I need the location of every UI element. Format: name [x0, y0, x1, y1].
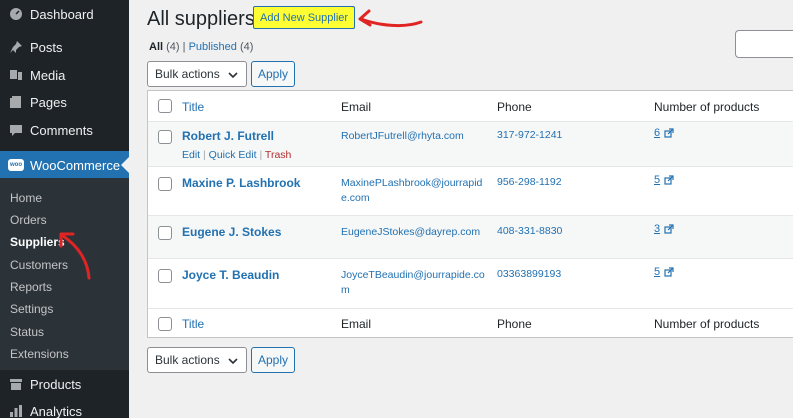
products-count-link[interactable]: 5 [654, 174, 674, 186]
suppliers-table: Title Email Phone Number of products Rob… [147, 90, 793, 338]
footer-column-phone: Phone [497, 317, 532, 331]
menu-woocommerce-label: WooCommerce [30, 157, 121, 173]
column-phone: Phone [497, 100, 532, 114]
column-title[interactable]: Title [182, 100, 204, 114]
supplier-email[interactable]: EugeneJStokes@dayrep.com [341, 225, 489, 240]
menu-posts-label: Posts [30, 39, 63, 55]
menu-comments[interactable]: Comments [0, 116, 129, 144]
supplier-title-link[interactable]: Eugene J. Stokes [182, 225, 281, 239]
annotation-arrow-add-new [358, 9, 423, 28]
menu-comments-label: Comments [30, 122, 93, 138]
filter-published[interactable]: Published (4) [189, 41, 254, 53]
column-number-of-products: Number of products [654, 100, 760, 114]
select-all-checkbox-footer[interactable] [158, 317, 172, 331]
products-icon [8, 376, 24, 392]
dashboard-icon [8, 6, 24, 22]
table-footer: Title Email Phone Number of products [148, 309, 793, 339]
external-link-icon [664, 175, 674, 185]
supplier-email[interactable]: MaxinePLashbrook@jourrapid e.com [341, 176, 489, 206]
submenu-reports[interactable]: Reports [10, 280, 52, 294]
quick-edit-link[interactable]: Quick Edit [209, 149, 257, 161]
menu-media[interactable]: Media [0, 61, 129, 89]
menu-analytics-label: Analytics [30, 403, 83, 418]
media-icon [8, 67, 24, 83]
supplier-phone[interactable]: 408-331-8830 [497, 225, 562, 237]
row-checkbox[interactable] [158, 177, 172, 191]
supplier-phone[interactable]: 317-972-1241 [497, 129, 562, 141]
menu-pages-label: Pages [30, 94, 67, 110]
submenu-extensions[interactable]: Extensions [10, 347, 69, 361]
table-header: Title Email Phone Number of products [148, 91, 793, 122]
footer-column-number-of-products: Number of products [654, 317, 760, 331]
comments-icon [8, 122, 24, 138]
table-row: Eugene J. Stokes EugeneJStokes@dayrep.co… [148, 216, 793, 259]
admin-sidebar: Dashboard Posts Media Pages Comments woo… [0, 0, 129, 418]
filter-all[interactable]: All (4) [149, 41, 180, 53]
menu-posts[interactable]: Posts [0, 33, 129, 61]
supplier-email[interactable]: RobertJFutrell@rhyta.com [341, 129, 489, 144]
edit-link[interactable]: Edit [182, 149, 200, 161]
trash-link[interactable]: Trash [265, 149, 291, 161]
apply-button-bottom[interactable]: Apply [251, 347, 295, 373]
menu-dashboard-label: Dashboard [30, 6, 94, 22]
table-row: Maxine P. Lashbrook MaxinePLashbrook@jou… [148, 167, 793, 216]
select-all-checkbox[interactable] [158, 99, 172, 113]
footer-column-email: Email [341, 317, 372, 331]
chevron-down-icon [228, 358, 238, 365]
submenu-settings[interactable]: Settings [10, 302, 53, 316]
menu-dashboard[interactable]: Dashboard [0, 0, 129, 28]
menu-analytics[interactable]: Analytics [0, 397, 129, 418]
supplier-email[interactable]: JoyceTBeaudin@jourrapide.co m [341, 268, 489, 298]
add-new-supplier-button[interactable]: Add New Supplier [253, 6, 356, 29]
table-row: Robert J. Futrell Edit | Quick Edit | Tr… [148, 122, 793, 167]
supplier-title-link[interactable]: Robert J. Futrell [182, 129, 274, 143]
supplier-title-link[interactable]: Maxine P. Lashbrook [182, 176, 300, 190]
products-count-link[interactable]: 5 [654, 266, 674, 278]
external-link-icon [664, 267, 674, 277]
products-count-link[interactable]: 6 [654, 127, 674, 139]
row-checkbox[interactable] [158, 130, 172, 144]
external-link-icon [664, 128, 674, 138]
column-email: Email [341, 100, 372, 114]
menu-media-label: Media [30, 67, 66, 83]
status-filter-links: All (4) | Published (4) [149, 41, 254, 53]
woocommerce-logo: woo [8, 159, 24, 171]
supplier-phone[interactable]: 956-298-1192 [497, 176, 562, 188]
menu-products-label: Products [30, 376, 82, 392]
bulk-actions-select-bottom[interactable]: Bulk actions [147, 347, 247, 373]
apply-button-top[interactable]: Apply [251, 61, 295, 87]
main-content: All suppliers Add New Supplier All (4) |… [129, 0, 793, 418]
bulk-actions-select-top[interactable]: Bulk actions [147, 61, 247, 87]
menu-pages[interactable]: Pages [0, 88, 129, 116]
menu-products[interactable]: Products [0, 370, 129, 398]
submenu-home[interactable]: Home [10, 191, 42, 205]
search-input[interactable] [735, 30, 793, 58]
pin-icon [8, 39, 24, 55]
submenu-orders[interactable]: Orders [10, 213, 47, 227]
products-count-link[interactable]: 3 [654, 223, 674, 235]
row-checkbox[interactable] [158, 226, 172, 240]
pages-icon [8, 94, 24, 110]
supplier-title-link[interactable]: Joyce T. Beaudin [182, 268, 279, 282]
annotation-arrow-suppliers [59, 232, 91, 280]
chevron-down-icon [228, 72, 238, 79]
woocommerce-icon: woo [8, 157, 24, 173]
analytics-icon [8, 403, 24, 418]
menu-woocommerce[interactable]: woo WooCommerce [0, 151, 129, 179]
row-checkbox[interactable] [158, 269, 172, 283]
submenu-status[interactable]: Status [10, 325, 44, 339]
external-link-icon [664, 224, 674, 234]
page-title: All suppliers [147, 8, 255, 30]
supplier-phone[interactable]: 03363899193 [497, 268, 561, 280]
footer-column-title[interactable]: Title [182, 317, 204, 331]
row-actions: Edit | Quick Edit | Trash [182, 149, 292, 161]
table-row: Joyce T. Beaudin JoyceTBeaudin@jourrapid… [148, 259, 793, 309]
